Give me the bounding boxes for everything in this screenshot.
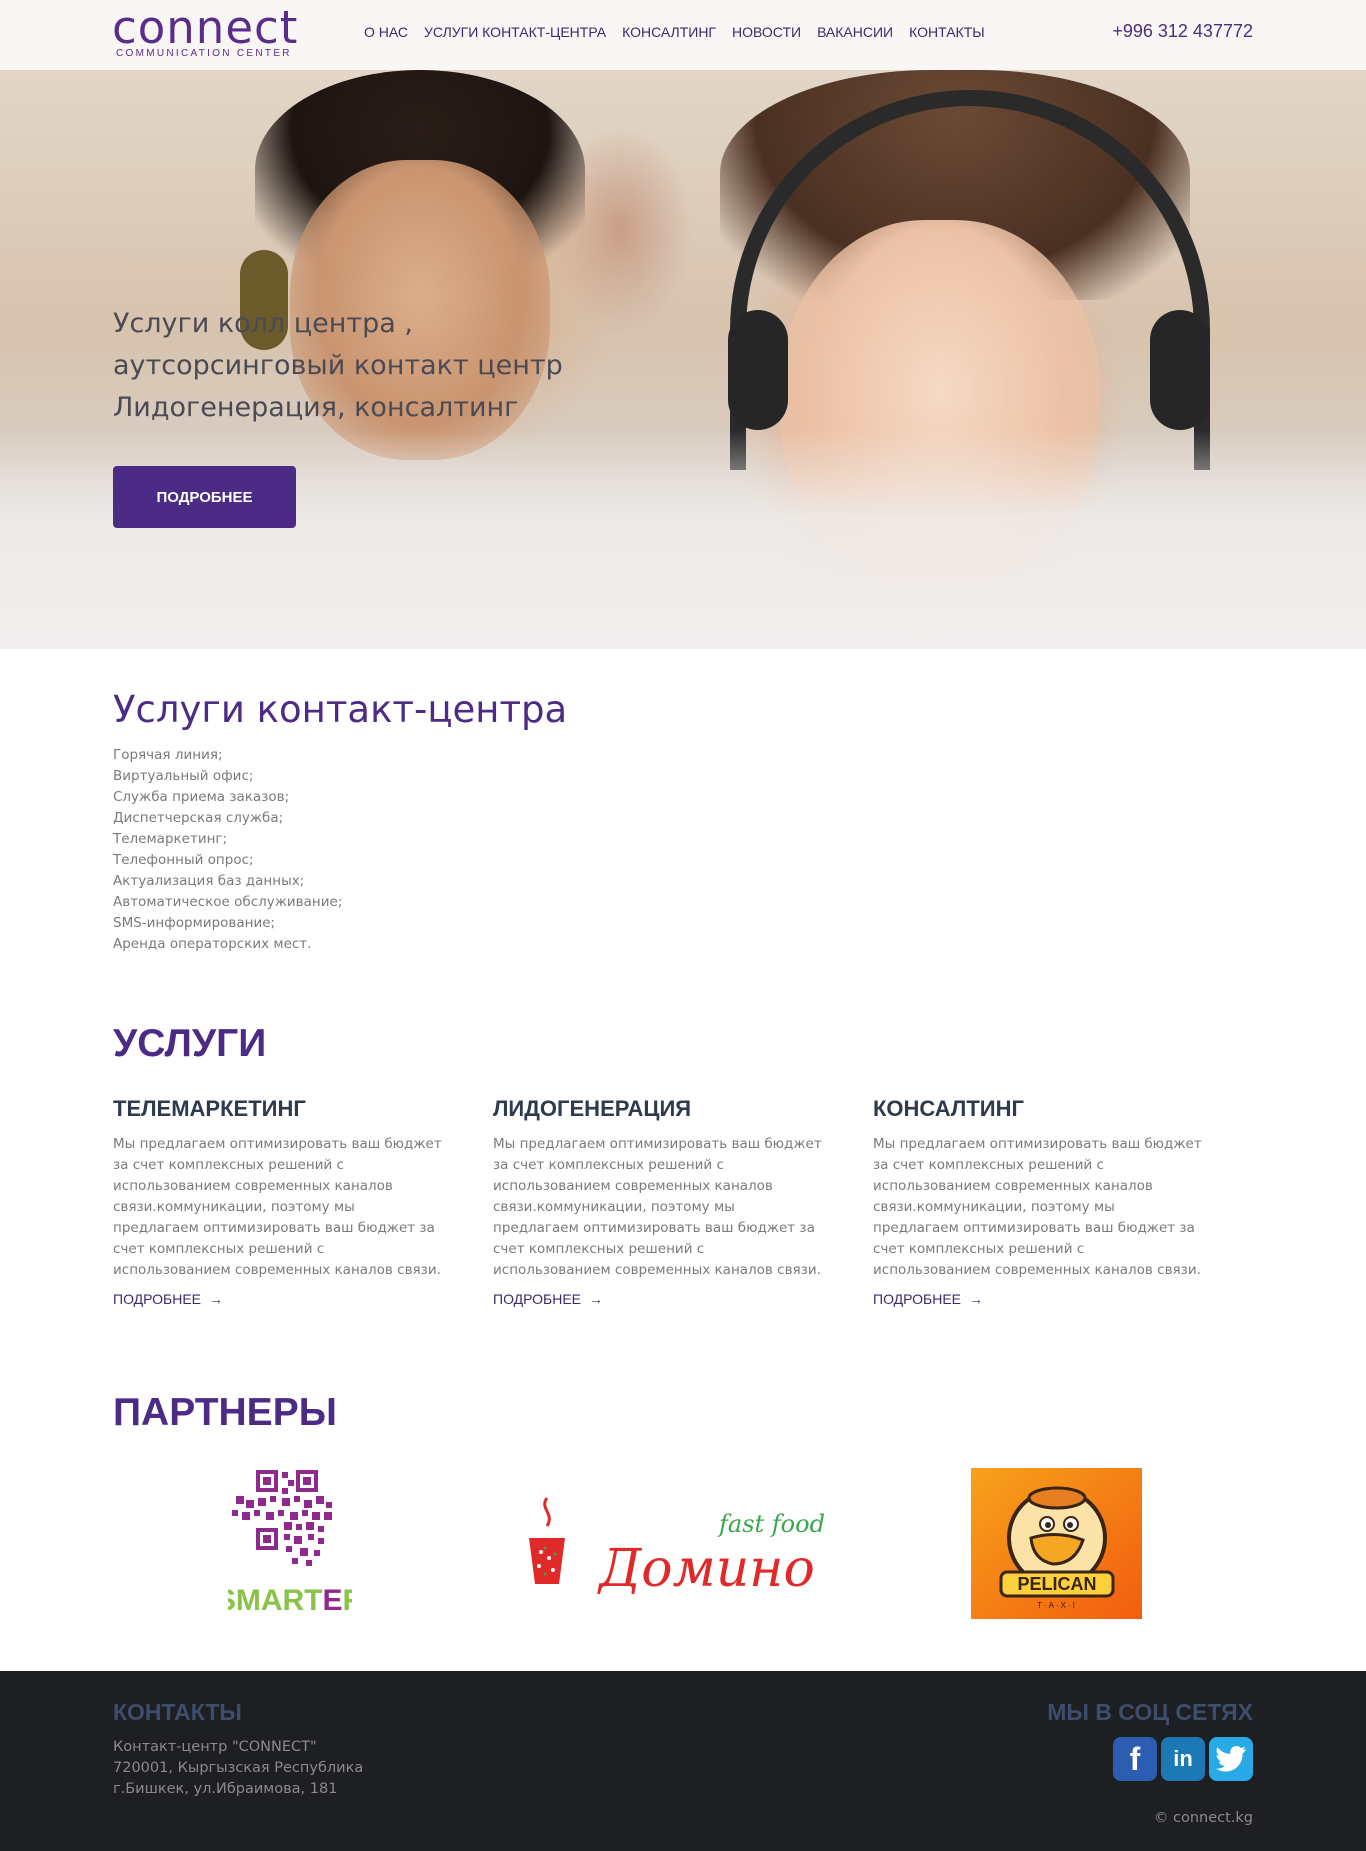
more-label: ПОДРОБНЕЕ: [873, 1291, 962, 1307]
pelican-taxi-logo: PELICAN T·A·X·I: [971, 1468, 1142, 1619]
arrow-right-icon: →: [589, 1291, 604, 1307]
hero-more-button[interactable]: ПОДРОБНЕЕ: [113, 466, 296, 528]
site-header: connect COMMUNICATION CENTER О НАС УСЛУГ…: [0, 0, 1366, 70]
list-item: Аренда операторских мест.: [113, 936, 312, 952]
nav-contacts[interactable]: КОНТАКТЫ: [909, 24, 985, 40]
header-phone[interactable]: +996 312 437772: [1112, 21, 1253, 42]
arrow-right-icon: →: [969, 1291, 984, 1307]
hero-title: Услуги колл центра , аутсорсинговый конт…: [113, 303, 633, 429]
twitter-bird-glyph: [1216, 1746, 1246, 1772]
more-label: ПОДРОБНЕЕ: [493, 1291, 582, 1307]
hero-line-3: Лидогенерация, консалтинг: [113, 392, 519, 423]
domino-tagline: fast food: [717, 1510, 825, 1538]
list-item: Горячая линия;: [113, 747, 223, 763]
connect-logo[interactable]: connect COMMUNICATION CENTER: [112, 1, 312, 62]
nav-vacancies[interactable]: ВАКАНСИИ: [817, 24, 893, 40]
twitter-icon[interactable]: [1209, 1737, 1253, 1781]
facebook-icon[interactable]: f: [1113, 1737, 1157, 1781]
footer-address-line: г.Бишкек, ул.Ибраимова, 181: [113, 1781, 338, 1797]
service-card-leadgen: ЛИДОГЕНЕРАЦИЯ Мы предлагаем оптимизирова…: [493, 1096, 823, 1307]
services-title: УСЛУГИ: [113, 1022, 267, 1065]
list-item: Автоматическое обслуживание;: [113, 894, 343, 910]
domino-logo-text: Домино: [597, 1539, 815, 1594]
contact-services-list: Горячая линия; Виртуальный офис; Служба …: [113, 745, 342, 955]
list-item: Телефонный опрос;: [113, 852, 254, 868]
main-nav: О НАС УСЛУГИ КОНТАКТ-ЦЕНТРА КОНСАЛТИНГ Н…: [364, 24, 1001, 40]
copyright: © connect.kg: [1153, 1810, 1253, 1826]
logo-subtitle: COMMUNICATION CENTER: [116, 48, 292, 59]
list-item: SMS-информирование;: [113, 915, 276, 931]
hero-line-1: Услуги колл центра ,: [113, 308, 413, 339]
more-label: ПОДРОБНЕЕ: [113, 1291, 202, 1307]
service-card-text: Мы предлагаем оптимизировать ваш бюджет …: [493, 1136, 822, 1278]
domino-logo: fast food Домино: [529, 1497, 825, 1599]
list-item: Служба приема заказов;: [113, 789, 290, 805]
service-card-more-link[interactable]: ПОДРОБНЕЕ →: [113, 1291, 443, 1307]
partners-title: ПАРТНЕРЫ: [113, 1391, 337, 1434]
list-item: Телемаркетинг;: [113, 831, 228, 847]
pelican-logo-tagline: T·A·X·I: [1037, 1601, 1077, 1610]
service-card-text: Мы предлагаем оптимизировать ваш бюджет …: [113, 1136, 442, 1278]
arrow-right-icon: →: [209, 1291, 224, 1307]
partner-smarter[interactable]: SMARTER: [216, 1468, 365, 1618]
social-links: f in: [1113, 1737, 1253, 1781]
list-item: Виртуальный офис;: [113, 768, 254, 784]
service-card-more-link[interactable]: ПОДРОБНЕЕ →: [493, 1291, 823, 1307]
hero-photo-shirt: [0, 430, 1366, 649]
service-card-more-link[interactable]: ПОДРОБНЕЕ →: [873, 1291, 1203, 1307]
footer-address: Контакт-центр "CONNECT" 720001, Кыргызск…: [113, 1737, 363, 1800]
footer-contacts-title: КОНТАКТЫ: [113, 1699, 242, 1725]
service-card-telemarketing: ТЕЛЕМАРКЕТИНГ Мы предлагаем оптимизирова…: [113, 1096, 443, 1307]
partner-pelican[interactable]: PELICAN T·A·X·I: [971, 1468, 1142, 1619]
partner-domino[interactable]: fast food Домино: [525, 1496, 825, 1599]
hero-photo-headset-right: [1150, 310, 1210, 430]
service-card-title: ЛИДОГЕНЕРАЦИЯ: [493, 1096, 692, 1121]
pelican-logo-text: PELICAN: [1017, 1574, 1096, 1594]
nav-about[interactable]: О НАС: [364, 24, 408, 40]
nav-consulting[interactable]: КОНСАЛТИНГ: [622, 24, 716, 40]
smarter-logo-text: SMARTER: [228, 1584, 352, 1617]
nav-news[interactable]: НОВОСТИ: [732, 24, 801, 40]
service-card-title: КОНСАЛТИНГ: [873, 1096, 1024, 1121]
footer-social-title: МЫ В СОЦ СЕТЯХ: [1047, 1699, 1253, 1725]
site-footer: КОНТАКТЫ Контакт-центр "CONNECT" 720001,…: [0, 1671, 1366, 1851]
smarter-logo: SMARTER: [216, 1470, 365, 1617]
footer-address-line: 720001, Кыргызская Республика: [113, 1760, 364, 1776]
nav-contact-center-services[interactable]: УСЛУГИ КОНТАКТ-ЦЕНТРА: [424, 24, 606, 40]
contact-services-title: Услуги контакт-центра: [113, 688, 568, 731]
footer-address-line: Контакт-центр "CONNECT": [113, 1739, 317, 1755]
hero-photo-headset-left: [728, 310, 788, 430]
service-card-consulting: КОНСАЛТИНГ Мы предлагаем оптимизировать …: [873, 1096, 1203, 1307]
service-card-title: ТЕЛЕМАРКЕТИНГ: [113, 1096, 306, 1121]
linkedin-icon[interactable]: in: [1161, 1737, 1205, 1781]
hero-line-2: аутсорсинговый контакт центр: [113, 350, 563, 381]
list-item: Диспетчерская служба;: [113, 810, 284, 826]
service-card-text: Мы предлагаем оптимизировать ваш бюджет …: [873, 1136, 1202, 1278]
list-item: Актуализация баз данных;: [113, 873, 305, 889]
